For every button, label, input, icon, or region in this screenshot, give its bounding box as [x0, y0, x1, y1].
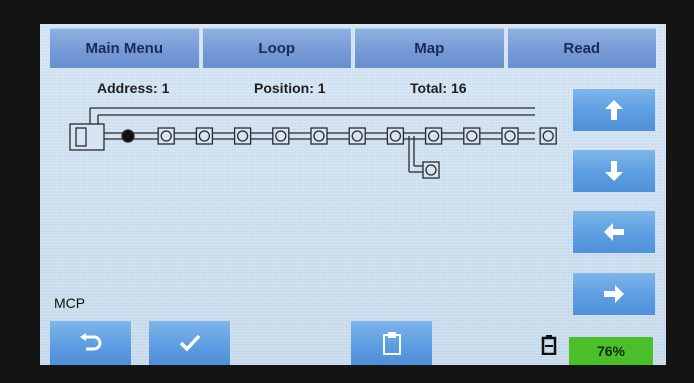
- loop-device[interactable]: [120, 128, 136, 144]
- checkmark-icon: [179, 334, 200, 352]
- panel-box: [69, 123, 105, 151]
- back-button[interactable]: [50, 321, 131, 365]
- scroll-right-button[interactable]: [573, 273, 655, 315]
- battery-level: 76%: [569, 337, 653, 365]
- confirm-button[interactable]: [149, 321, 230, 365]
- touch-screen: Main Menu Loop Map Read Address: 1 Posit…: [40, 24, 666, 365]
- loop-device[interactable]: [463, 127, 481, 145]
- loop-device[interactable]: [157, 127, 175, 145]
- loop-device[interactable]: [424, 127, 443, 145]
- battery-percent: 76%: [596, 343, 626, 359]
- loop-device[interactable]: [233, 127, 252, 145]
- scroll-left-button[interactable]: [573, 211, 655, 253]
- arrow-up-icon: [605, 100, 623, 120]
- loop-device[interactable]: [501, 127, 519, 145]
- loop-device[interactable]: [310, 127, 328, 145]
- battery-icon: [541, 335, 557, 355]
- clipboard-icon: [382, 332, 401, 355]
- arrow-down-icon: [605, 161, 623, 181]
- arrow-right-icon: [604, 285, 624, 303]
- arrow-left-icon: [604, 223, 624, 241]
- undo-icon: [79, 333, 101, 351]
- loop-device[interactable]: [195, 127, 214, 145]
- panel-label: MCP: [54, 295, 86, 311]
- loop-device[interactable]: [539, 127, 557, 145]
- loop-device[interactable]: [386, 127, 405, 145]
- scroll-up-button[interactable]: [573, 89, 655, 131]
- save-button[interactable]: [351, 321, 432, 365]
- loop-device[interactable]: [348, 127, 366, 145]
- loop-device[interactable]: [272, 127, 290, 145]
- branch-device[interactable]: [422, 161, 440, 179]
- scroll-down-button[interactable]: [573, 150, 655, 192]
